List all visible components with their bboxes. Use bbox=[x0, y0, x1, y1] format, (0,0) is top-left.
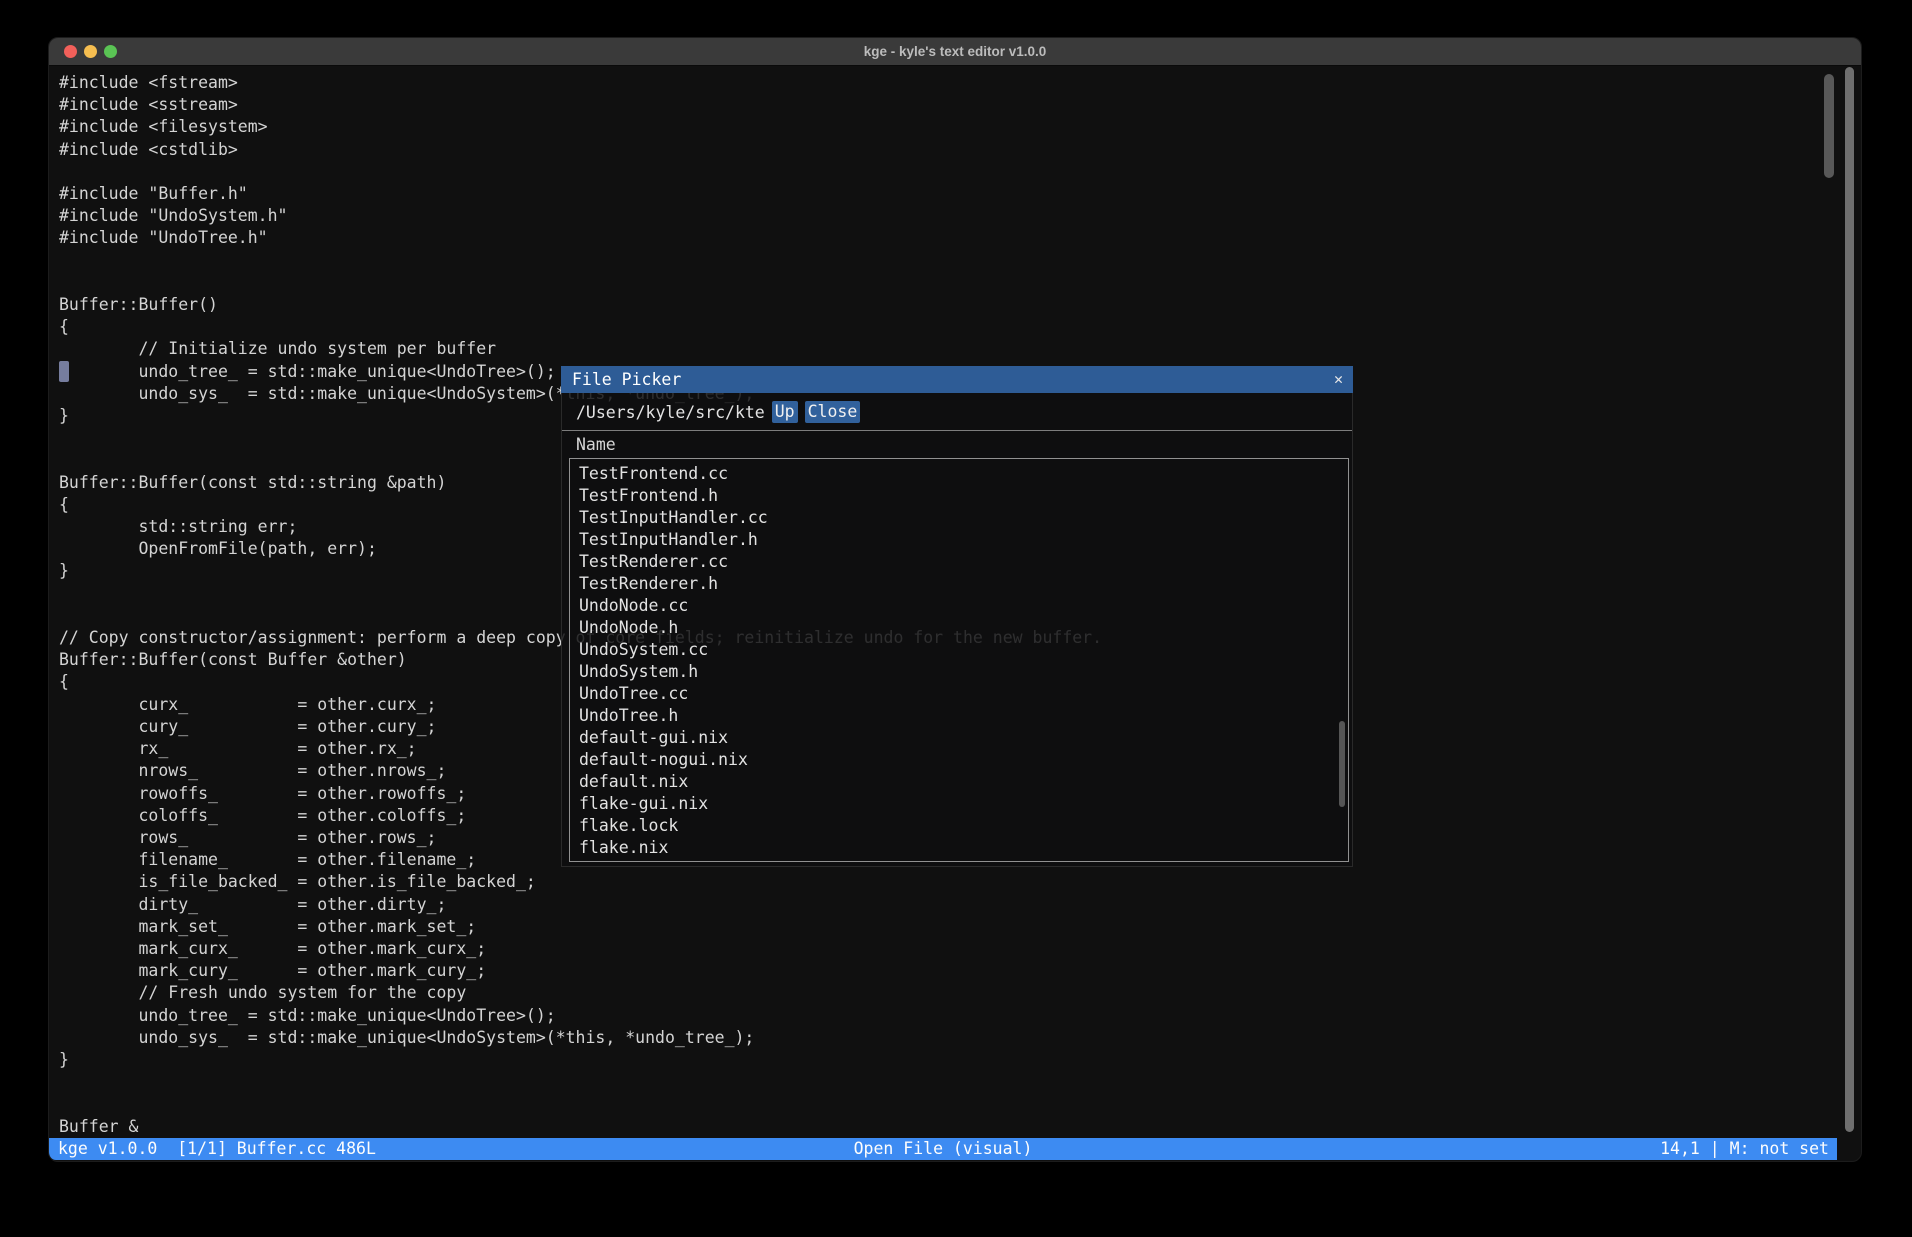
editor-scrollbar-thumb[interactable] bbox=[1824, 74, 1834, 178]
up-button[interactable]: Up bbox=[772, 401, 798, 423]
list-item[interactable]: flake-gui.nix bbox=[570, 793, 1348, 815]
list-item[interactable]: flake.lock bbox=[570, 815, 1348, 837]
column-header-name: Name bbox=[576, 435, 616, 454]
list-item[interactable]: UndoNode.h bbox=[570, 617, 1348, 639]
list-item[interactable]: UndoTree.h bbox=[570, 705, 1348, 727]
dialog-title: File Picker bbox=[561, 370, 681, 389]
divider bbox=[562, 430, 1352, 431]
list-item[interactable]: TestFrontend.cc bbox=[570, 463, 1348, 485]
list-item[interactable]: TestInputHandler.h bbox=[570, 529, 1348, 551]
list-item[interactable]: default-nogui.nix bbox=[570, 749, 1348, 771]
current-path: /Users/kyle/src/kte bbox=[576, 403, 765, 422]
list-item[interactable]: TestRenderer.h bbox=[570, 573, 1348, 595]
close-icon[interactable]: ✕ bbox=[1334, 366, 1343, 393]
window-title: kge - kyle's text editor v1.0.0 bbox=[49, 38, 1861, 66]
list-item[interactable]: default-gui.nix bbox=[570, 727, 1348, 749]
editor-window: kge - kyle's text editor v1.0.0 #include… bbox=[48, 37, 1862, 1162]
file-list[interactable]: TestFrontend.ccTestFrontend.hTestInputHa… bbox=[569, 458, 1349, 862]
list-item[interactable]: TestFrontend.h bbox=[570, 485, 1348, 507]
list-item[interactable]: TestInputHandler.cc bbox=[570, 507, 1348, 529]
dialog-titlebar[interactable]: File Picker ✕ bbox=[561, 366, 1353, 393]
path-row: /Users/kyle/src/kte Up Close bbox=[562, 394, 1352, 430]
list-item[interactable]: default.nix bbox=[570, 771, 1348, 793]
list-item[interactable]: UndoTree.cc bbox=[570, 683, 1348, 705]
close-button[interactable]: Close bbox=[805, 401, 861, 423]
list-item[interactable]: flake.nix bbox=[570, 837, 1348, 859]
status-bar: kge v1.0.0 [1/1] Buffer.cc 486L Open Fil… bbox=[49, 1138, 1837, 1160]
desktop: kge - kyle's text editor v1.0.0 #include… bbox=[0, 0, 1912, 1237]
window-scrollbar-thumb[interactable] bbox=[1845, 67, 1854, 1132]
list-item[interactable]: UndoSystem.cc bbox=[570, 639, 1348, 661]
list-scrollbar-thumb[interactable] bbox=[1339, 721, 1345, 807]
file-picker-dialog: File Picker ✕ /Users/kyle/src/kte Up Clo… bbox=[561, 366, 1353, 867]
status-cursor-position: 14,1 | M: not set bbox=[1660, 1138, 1829, 1160]
list-item[interactable]: UndoSystem.h bbox=[570, 661, 1348, 683]
window-titlebar[interactable]: kge - kyle's text editor v1.0.0 bbox=[49, 38, 1861, 66]
list-item[interactable]: UndoNode.cc bbox=[570, 595, 1348, 617]
text-cursor bbox=[59, 361, 69, 382]
status-mode: Open File (visual) bbox=[49, 1138, 1837, 1160]
list-item[interactable]: TestRenderer.cc bbox=[570, 551, 1348, 573]
